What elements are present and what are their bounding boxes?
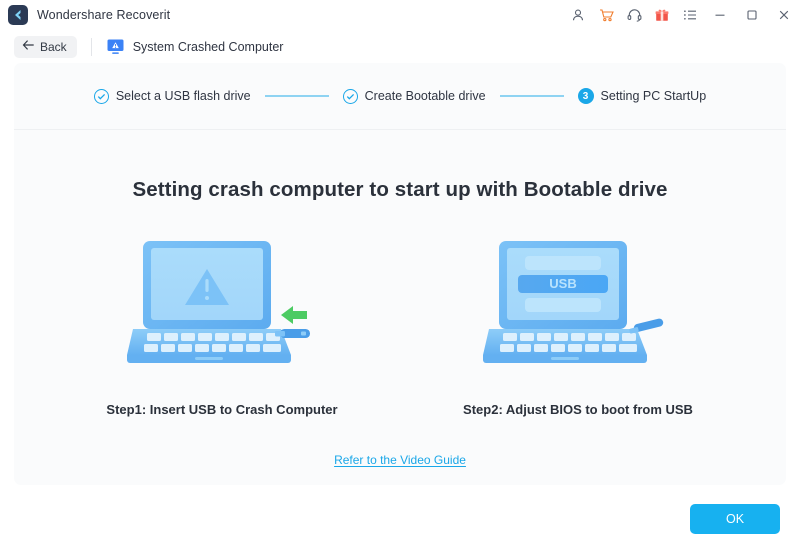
step2-block: USB Step2: Adjust BIOS to boot from USB bbox=[438, 228, 718, 417]
app-title: Wondershare Recoverit bbox=[37, 8, 171, 22]
arrow-left-icon bbox=[22, 39, 35, 54]
header-divider bbox=[90, 37, 92, 56]
step2-caption: Step2: Adjust BIOS to boot from USB bbox=[463, 402, 693, 417]
step-setting-pc-startup[interactable]: 3 Setting PC StartUp bbox=[577, 88, 707, 104]
recoverit-logo-icon bbox=[8, 5, 28, 25]
step1-caption: Step1: Insert USB to Crash Computer bbox=[106, 402, 338, 417]
menu-list-icon[interactable] bbox=[676, 0, 704, 30]
page-title: Setting crash computer to start up with … bbox=[132, 178, 668, 201]
step-label: Select a USB flash drive bbox=[115, 89, 251, 103]
back-button[interactable]: Back bbox=[14, 35, 77, 58]
check-circle-icon bbox=[93, 88, 109, 104]
content-card: Select a USB flash drive Create Bootable… bbox=[14, 63, 786, 485]
step-create-bootable-drive[interactable]: Create Bootable drive bbox=[342, 88, 486, 104]
step-connector bbox=[499, 95, 564, 97]
step-label: Create Bootable drive bbox=[364, 89, 486, 103]
gift-icon[interactable] bbox=[648, 0, 676, 30]
check-circle-icon bbox=[342, 88, 358, 104]
maximize-button[interactable] bbox=[736, 0, 768, 30]
sub-header: Back System Crashed Computer bbox=[0, 30, 800, 63]
title-bar: Wondershare Recoverit bbox=[0, 0, 800, 30]
ok-button[interactable]: OK bbox=[690, 504, 780, 534]
video-guide-link[interactable]: Refer to the Video Guide bbox=[334, 453, 466, 467]
progress-stepper: Select a USB flash drive Create Bootable… bbox=[14, 63, 786, 130]
step-select-usb-flash-drive[interactable]: Select a USB flash drive bbox=[93, 88, 251, 104]
laptop-crashed-with-usb-illustration bbox=[82, 228, 362, 378]
step-connector bbox=[264, 95, 329, 97]
video-guide-wrap: Refer to the Video Guide bbox=[14, 451, 786, 469]
step-label: Setting PC StartUp bbox=[600, 89, 707, 103]
system-crashed-computer-icon bbox=[106, 37, 125, 56]
laptop-bios-usb-illustration: USB bbox=[438, 228, 718, 378]
back-button-label: Back bbox=[40, 39, 67, 54]
support-icon[interactable] bbox=[620, 0, 648, 30]
account-icon[interactable] bbox=[564, 0, 592, 30]
bios-usb-label: USB bbox=[549, 276, 576, 291]
close-button[interactable] bbox=[768, 0, 800, 30]
module-title: System Crashed Computer bbox=[132, 39, 284, 54]
illustration-row: Step1: Insert USB to Crash Computer USB … bbox=[14, 228, 786, 417]
window-controls bbox=[564, 0, 800, 30]
step1-block: Step1: Insert USB to Crash Computer bbox=[82, 228, 362, 417]
step-number-badge: 3 bbox=[577, 88, 594, 104]
cart-icon[interactable] bbox=[592, 0, 620, 30]
minimize-button[interactable] bbox=[704, 0, 736, 30]
